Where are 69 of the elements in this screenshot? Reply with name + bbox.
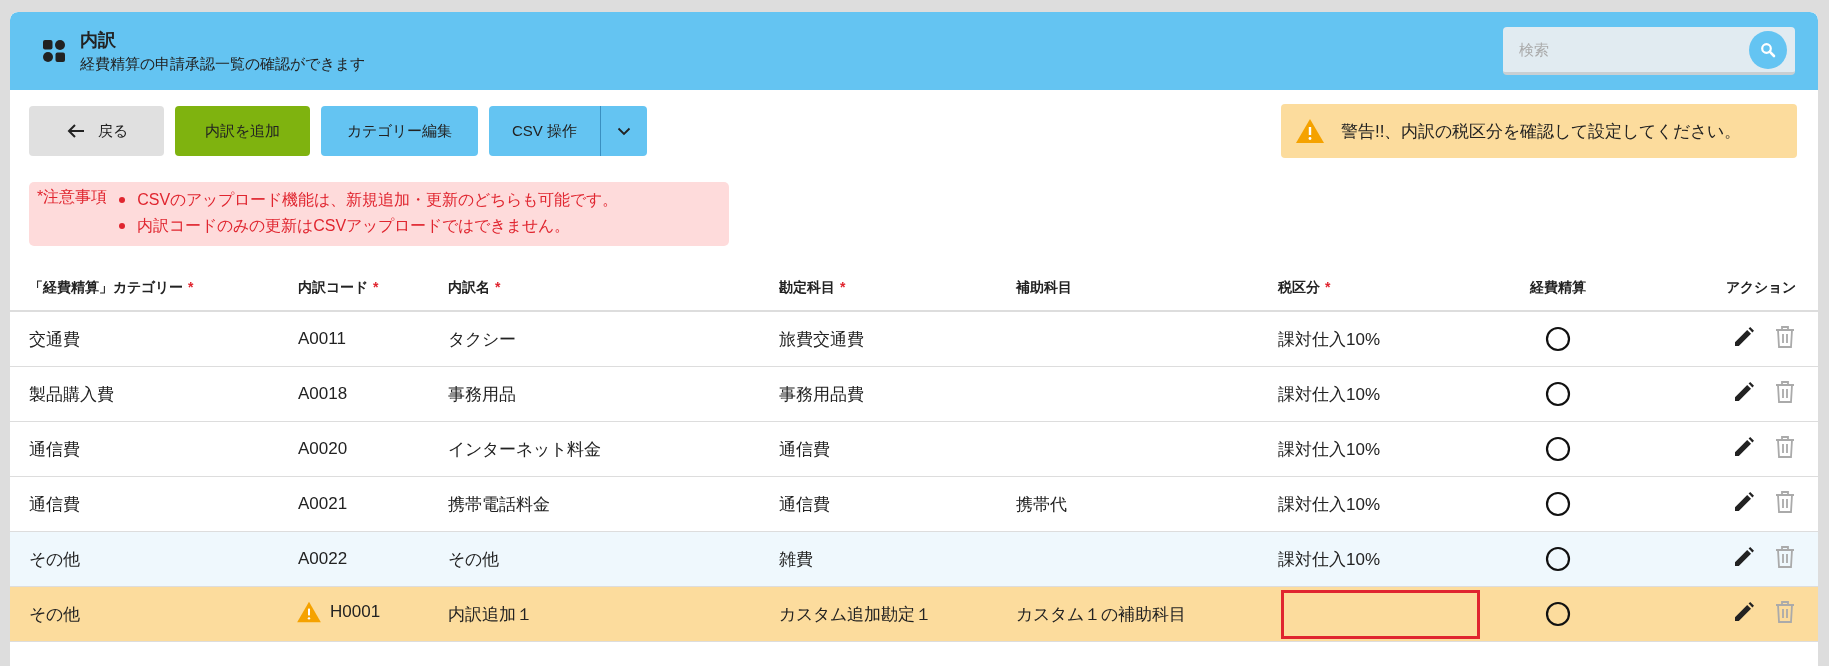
table-cell: 製品購入費 [10, 366, 298, 422]
table-cell: 通信費 [10, 476, 298, 532]
table-cell: 通信費 [779, 421, 1016, 477]
required-mark: * [188, 279, 194, 295]
table-cell: A0021 [298, 476, 448, 532]
page-title: 内訳 [80, 29, 117, 52]
table-cell: 課対仕入10% [1278, 421, 1483, 477]
edit-icon[interactable] [1732, 544, 1756, 569]
table-cell: インターネット料金 [448, 421, 779, 477]
column-header: 内訳コード * [298, 266, 448, 311]
search-field[interactable]: 検索 [1517, 40, 1749, 59]
csv-button[interactable]: CSV 操作 [489, 106, 601, 156]
search-button[interactable] [1749, 30, 1787, 69]
table-cell: その他 [448, 531, 779, 587]
table-cell: 通信費 [779, 476, 1016, 532]
search-icon [1760, 41, 1776, 58]
required-mark: * [1325, 279, 1331, 295]
shapes-icon [43, 40, 65, 62]
column-header: 「経費精算」カテゴリー * [10, 266, 298, 311]
notice-text: 内訳コードのみの更新はCSVアップロードではできません。 [137, 216, 571, 236]
table-cell: 旅費交通費 [779, 311, 1016, 367]
edit-icon[interactable] [1732, 324, 1756, 349]
table-cell: A0022 [298, 531, 448, 587]
category-edit-button[interactable]: カテゴリー編集 [321, 106, 478, 156]
table-cell: 事務用品 [448, 366, 779, 422]
notice-label: *注意事項 [37, 187, 108, 207]
edit-icon[interactable] [1732, 489, 1756, 514]
code-text: H0001 [330, 601, 381, 622]
arrow-left-icon [65, 123, 86, 139]
column-header: アクション [1633, 266, 1818, 311]
warning-icon [1295, 118, 1325, 144]
column-header: 補助科目 [1016, 266, 1278, 311]
table-cell: 携帯代 [1016, 476, 1278, 532]
required-mark: * [495, 279, 501, 295]
page-subtitle: 経費精算の申請承認一覧の確認ができます [80, 55, 366, 74]
edit-icon[interactable] [1732, 379, 1756, 404]
table-cell: 課対仕入10% [1278, 366, 1483, 422]
table-cell: 課対仕入10% [1278, 531, 1483, 587]
column-header: 内訳名 * [448, 266, 779, 311]
table-cell: その他 [10, 586, 298, 642]
table-cell: 雑費 [779, 531, 1016, 587]
table-cell: 携帯電話料金 [448, 476, 779, 532]
table-cell: 課対仕入10% [1278, 311, 1483, 367]
back-button[interactable]: 戻る [29, 106, 164, 156]
table-cell: A0020 [298, 421, 448, 477]
chevron-down-icon [617, 126, 631, 136]
table-cell: 通信費 [10, 421, 298, 477]
notice-text: CSVのアップロード機能は、新規追加・更新のどちらも可能です。 [137, 190, 619, 210]
column-header: 経費精算 [1483, 266, 1633, 311]
warning-text: 警告!!、内訳の税区分を確認して設定してください。 [1341, 120, 1742, 143]
table-cell: タクシー [448, 311, 779, 367]
edit-icon[interactable] [1732, 599, 1756, 624]
table-cell: カスタム１の補助科目 [1016, 586, 1278, 642]
table-cell: A0018 [298, 366, 448, 422]
column-header: 税区分 * [1278, 266, 1483, 311]
column-header: 勘定科目 * [779, 266, 1016, 311]
required-mark: * [840, 279, 846, 295]
table-cell: 事務用品費 [779, 366, 1016, 422]
required-mark: * [373, 279, 379, 295]
search-bar[interactable]: 検索 [1503, 27, 1795, 75]
table-cell: その他 [10, 531, 298, 587]
table-cell: 課対仕入10% [1278, 476, 1483, 532]
table-cell: A0011 [298, 311, 448, 367]
edit-icon[interactable] [1732, 434, 1756, 459]
table-cell: 交通費 [10, 311, 298, 367]
add-button[interactable]: 内訳を追加 [175, 106, 310, 156]
warning-icon [296, 600, 322, 623]
table-cell: カスタム追加勘定１ [779, 586, 1016, 642]
table-cell: 内訳追加１ [448, 586, 779, 642]
